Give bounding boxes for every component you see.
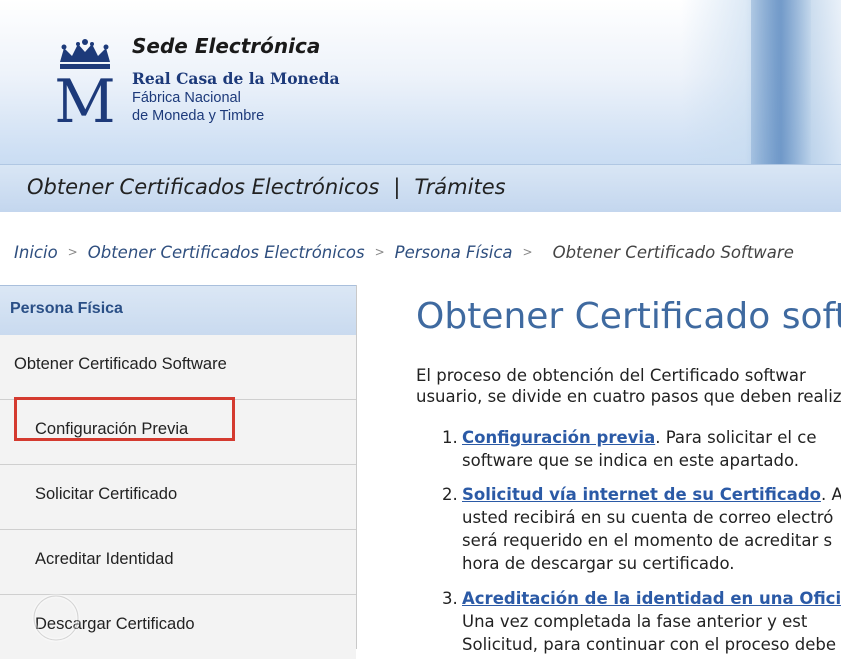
nav-link-tramites[interactable]: Trámites bbox=[414, 175, 505, 199]
step-2-line3: será requerido en el momento de acredita… bbox=[462, 531, 833, 550]
sidebar-heading[interactable]: Persona Física bbox=[0, 285, 356, 336]
step-1-text: . Para solicitar el ce bbox=[655, 428, 817, 447]
brand-title: Sede Electrónica bbox=[132, 34, 321, 58]
step-3-line2: Una vez completada la fase anterior y es… bbox=[462, 612, 808, 631]
watermark-icon bbox=[32, 594, 80, 642]
step-3-line3: Solicitud, para continuar con el proceso… bbox=[462, 635, 836, 654]
breadcrumb-link-persona-fisica[interactable]: Persona Física bbox=[395, 243, 513, 262]
breadcrumb-separator: > bbox=[67, 245, 78, 259]
step-1-link[interactable]: Configuración previa bbox=[462, 428, 655, 447]
step-1-line2: software que se indica en este apartado. bbox=[462, 451, 800, 470]
step-number: 3. bbox=[442, 589, 458, 608]
sidebar-item-solicitar-certificado[interactable]: Solicitar Certificado bbox=[0, 465, 356, 530]
breadcrumb-current: Obtener Certificado Software bbox=[552, 243, 794, 262]
page-title: Obtener Certificado softw bbox=[416, 296, 841, 337]
brand-subtitle: Real Casa de la Moneda bbox=[132, 69, 340, 88]
brand-org-line1: Fábrica Nacional bbox=[132, 90, 241, 106]
intro-paragraph-line1: El proceso de obtención del Certificado … bbox=[416, 366, 806, 385]
breadcrumb-link-inicio[interactable]: Inicio bbox=[14, 243, 58, 262]
breadcrumb-separator: > bbox=[374, 245, 385, 259]
site-header: M Sede Electrónica Real Casa de la Moned… bbox=[0, 0, 841, 212]
sidebar-item-obtener-certificado-software[interactable]: Obtener Certificado Software bbox=[0, 335, 356, 400]
header-decoration-column bbox=[751, 0, 811, 165]
svg-text:M: M bbox=[54, 67, 115, 126]
step-number: 1. bbox=[442, 428, 458, 447]
sidebar-heading-label: Persona Física bbox=[10, 300, 123, 317]
step-2-line2: usted recibirá en su cuenta de correo el… bbox=[462, 508, 834, 527]
step-2-line4: hora de descargar su certificado. bbox=[462, 554, 735, 573]
step-3-line1: Acreditación de la identidad en una Ofic… bbox=[462, 589, 841, 609]
step-1-line1: Configuración previa. Para solicitar el … bbox=[462, 428, 841, 448]
sidebar-item-label: Solicitar Certificado bbox=[35, 485, 178, 503]
brand-org-line2: de Moneda y Timbre bbox=[132, 108, 265, 124]
highlight-annotation-box bbox=[14, 397, 235, 441]
breadcrumb-link-obtener-certificados[interactable]: Obtener Certificados Electrónicos bbox=[88, 243, 365, 262]
navbar-links: Obtener Certificados Electrónicos | Trámit… bbox=[27, 175, 506, 199]
sidebar-item-label: Acreditar Identidad bbox=[35, 550, 174, 568]
nav-separator: | bbox=[393, 175, 401, 199]
step-3-link[interactable]: Acreditación de la identidad en una Ofic… bbox=[462, 589, 841, 608]
step-number: 2. bbox=[442, 485, 458, 504]
nav-link-obtener-certificados[interactable]: Obtener Certificados Electrónicos bbox=[27, 175, 379, 199]
sidebar-item-acreditar-identidad[interactable]: Acreditar Identidad bbox=[0, 530, 356, 595]
step-2-text: . A bbox=[820, 485, 841, 504]
intro-paragraph-line2: usuario, se divide en cuatro pasos que d… bbox=[416, 387, 841, 406]
breadcrumb: Inicio > Obtener Certificados Electrónicos… bbox=[14, 243, 794, 262]
step-2-line1: Solicitud vía internet de su Certificado… bbox=[462, 485, 841, 505]
breadcrumb-separator: > bbox=[522, 245, 533, 259]
step-2-link[interactable]: Solicitud vía internet de su Certificado bbox=[462, 485, 821, 504]
sidebar-item-label: Obtener Certificado Software bbox=[14, 355, 227, 373]
top-navbar: Obtener Certificados Electrónicos | Trámit… bbox=[0, 164, 841, 212]
fnmt-crown-logo-icon[interactable]: M bbox=[50, 38, 120, 126]
